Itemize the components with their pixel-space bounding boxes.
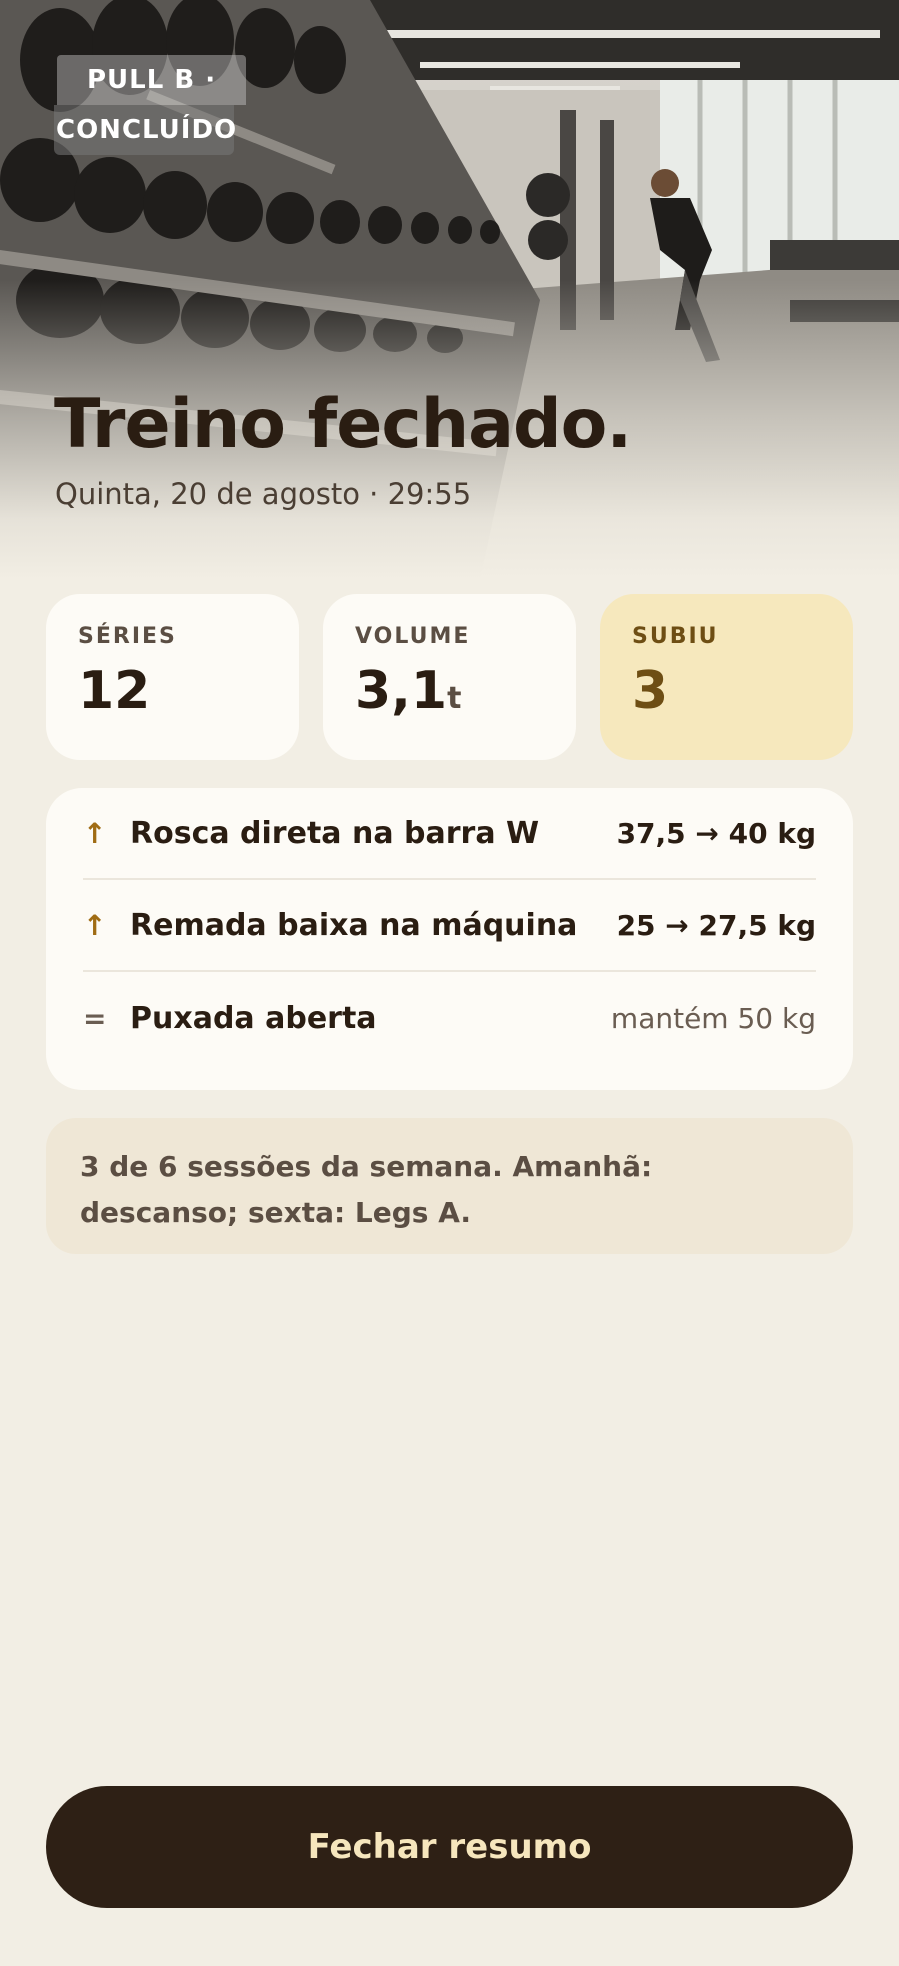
badge-workout-name: PULL B · bbox=[57, 55, 247, 105]
stat-card-increased: SUBIU 3 bbox=[600, 594, 853, 760]
stat-unit: t bbox=[447, 681, 462, 716]
stat-number: 3 bbox=[632, 661, 669, 721]
stat-label: SUBIU bbox=[632, 624, 719, 649]
close-summary-button[interactable]: Fechar resumo bbox=[46, 1786, 853, 1908]
exercise-name: Remada baixa na máquina bbox=[130, 907, 578, 943]
list-item: = Puxada aberta mantém 50 kg bbox=[83, 972, 816, 1064]
weight-change: 37,5 → 40 kg bbox=[616, 816, 816, 850]
list-item: ↑ Remada baixa na máquina 25 → 27,5 kg bbox=[83, 880, 816, 972]
hero-header: PULL B · CONCLUÍDO Treino fechado. Quint… bbox=[0, 0, 899, 580]
stat-label: VOLUME bbox=[355, 624, 471, 649]
stat-label: SÉRIES bbox=[78, 624, 177, 649]
stat-card-series: SÉRIES 12 bbox=[46, 594, 299, 760]
stat-value: 3,1t bbox=[355, 661, 576, 721]
workout-status-badge: PULL B · CONCLUÍDO bbox=[54, 55, 247, 155]
equals-icon: = bbox=[83, 1001, 107, 1035]
stat-value: 3 bbox=[632, 661, 853, 721]
weight-change: mantém 50 kg bbox=[610, 1001, 816, 1035]
page-title: Treino fechado. bbox=[54, 385, 632, 464]
arrow-up-icon: ↑ bbox=[83, 908, 107, 942]
badge-status: CONCLUÍDO bbox=[54, 105, 236, 155]
exercise-name: Puxada aberta bbox=[130, 1000, 377, 1036]
workout-date-duration: Quinta, 20 de agosto · 29:55 bbox=[55, 477, 472, 511]
exercise-progress-list: ↑ Rosca direta na barra W 37,5 → 40 kg ↑… bbox=[46, 788, 853, 1090]
stat-number: 12 bbox=[78, 661, 151, 721]
weekly-summary-note: 3 de 6 sessões da semana. Amanhã: descan… bbox=[46, 1118, 853, 1254]
arrow-up-icon: ↑ bbox=[83, 816, 107, 850]
weight-change: 25 → 27,5 kg bbox=[616, 908, 816, 942]
stat-value: 12 bbox=[78, 661, 299, 721]
list-item: ↑ Rosca direta na barra W 37,5 → 40 kg bbox=[83, 788, 816, 880]
stat-number: 3,1 bbox=[355, 661, 448, 721]
stat-card-volume: VOLUME 3,1t bbox=[323, 594, 576, 760]
exercise-name: Rosca direta na barra W bbox=[130, 815, 540, 851]
